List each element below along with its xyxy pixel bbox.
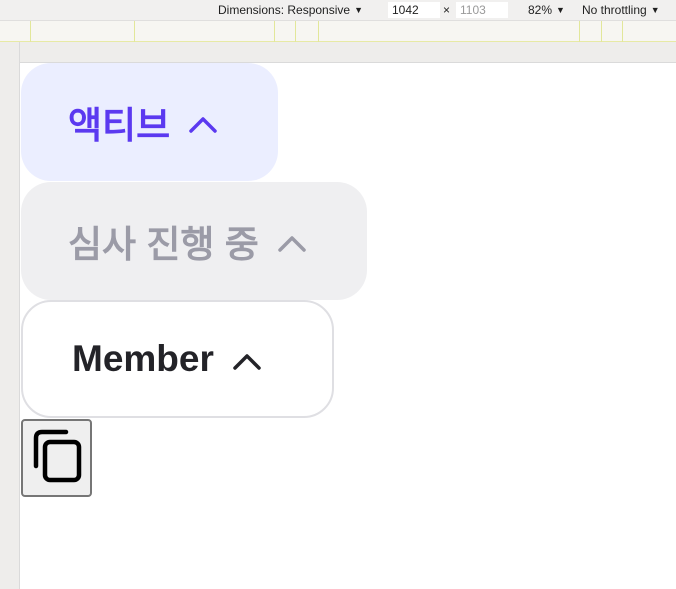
dimensions-dropdown[interactable]: Dimensions: Responsive ▼ [218, 2, 363, 19]
chevron-up-icon [232, 338, 262, 380]
page-viewport: 액티브 심사 진행 중 Member [21, 63, 676, 589]
ruler-tick [601, 21, 602, 42]
chip-member[interactable]: Member [21, 300, 334, 418]
width-input[interactable] [388, 2, 440, 18]
zoom-label: 82% [528, 3, 553, 17]
dropdown-caret-icon: ▼ [650, 5, 660, 15]
ruler-tick [274, 21, 275, 42]
throttling-dropdown[interactable]: No throttling ▼ [582, 2, 660, 19]
times-symbol: × [443, 3, 451, 17]
dropdown-caret-icon: ▼ [556, 5, 565, 15]
chevron-up-icon [277, 220, 307, 262]
viewport-gutter-top [20, 42, 676, 63]
media-query-ruler[interactable] [0, 21, 676, 42]
chip-label: 액티브 [68, 105, 171, 146]
device-toolbar: Dimensions: Responsive▼ × 82%▼ No thrott… [0, 0, 676, 21]
chip-label: 심사 진행 중 [68, 224, 259, 265]
viewport-gutter-left [0, 42, 20, 589]
ruler-tick [295, 21, 296, 42]
throttling-label: No throttling [582, 3, 647, 17]
ruler-tick [318, 21, 319, 42]
copy-icon [28, 426, 86, 491]
ruler-tick [30, 21, 31, 42]
zoom-dropdown[interactable]: 82% ▼ [528, 2, 565, 19]
ruler-tick [579, 21, 580, 42]
chevron-up-icon [188, 101, 218, 143]
height-input[interactable] [456, 2, 508, 18]
dimensions-label: Dimensions: Responsive [218, 3, 351, 17]
chip-label: Member [72, 338, 214, 379]
chip-in-review[interactable]: 심사 진행 중 [21, 182, 367, 300]
ruler-tick [134, 21, 135, 42]
chip-active[interactable]: 액티브 [21, 63, 278, 181]
dropdown-caret-icon: ▼ [354, 5, 363, 15]
copy-button[interactable] [21, 419, 92, 497]
ruler-tick [622, 21, 623, 42]
